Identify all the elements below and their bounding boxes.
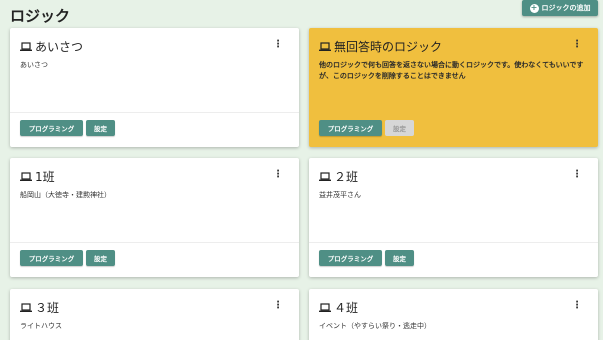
programming-button[interactable]: プログラミング	[319, 120, 382, 136]
laptop-icon	[20, 41, 32, 51]
settings-button[interactable]: 設定	[86, 250, 115, 266]
logic-card-no-answer: 無回答時のロジック ⋮ 他のロジックで何も回答を返さない場合に動くロジックです。…	[309, 28, 598, 147]
card-divider	[309, 242, 598, 243]
more-vert-icon[interactable]: ⋮	[273, 170, 283, 180]
card-title: ３班	[35, 301, 60, 315]
card-divider	[10, 112, 299, 113]
settings-button[interactable]: 設定	[86, 120, 115, 136]
more-vert-icon[interactable]: ⋮	[572, 301, 582, 311]
plus-circle-icon: +	[529, 3, 539, 13]
card-description: 益井茂平さん	[319, 191, 361, 199]
card-title: 1班	[35, 170, 55, 184]
logic-card-aisatsu: あいさつ ⋮ あいさつ プログラミング 設定	[10, 28, 299, 147]
more-vert-icon[interactable]: ⋮	[572, 40, 582, 50]
card-title: あいさつ	[35, 40, 84, 54]
card-title: ４班	[334, 301, 359, 315]
programming-button[interactable]: プログラミング	[319, 250, 382, 266]
laptop-icon	[319, 41, 331, 51]
programming-button[interactable]: プログラミング	[20, 250, 83, 266]
logic-card-group-1: 1班 ⋮ 船岡山（大徳寺・建勲神社） プログラミング 設定	[10, 158, 299, 277]
logic-card-group-4: ４班 ⋮ イベント（やすらい祭り・逃走中）	[309, 289, 598, 340]
card-title: 無回答時のロジック	[334, 40, 443, 54]
more-vert-icon[interactable]: ⋮	[273, 40, 283, 50]
card-description: イベント（やすらい祭り・逃走中）	[319, 322, 431, 330]
card-divider	[10, 242, 299, 243]
more-vert-icon[interactable]: ⋮	[273, 301, 283, 311]
laptop-icon	[319, 302, 331, 312]
card-description: 他のロジックで何も回答を返さない場合に動くロジックです。使わなくてもいいですが、…	[319, 61, 584, 80]
card-description: 船岡山（大徳寺・建勲神社）	[20, 191, 111, 199]
laptop-icon	[20, 302, 32, 312]
settings-button-disabled: 設定	[385, 120, 414, 136]
card-description: ライトハウス	[20, 322, 62, 330]
add-logic-button[interactable]: + ロジックの追加	[522, 0, 598, 16]
laptop-icon	[319, 171, 331, 181]
programming-button[interactable]: プログラミング	[20, 120, 83, 136]
card-title: ２班	[334, 170, 359, 184]
card-description: あいさつ	[20, 61, 48, 69]
logic-card-group-3: ３班 ⋮ ライトハウス	[10, 289, 299, 340]
logic-card-group-2: ２班 ⋮ 益井茂平さん プログラミング 設定	[309, 158, 598, 277]
add-logic-button-label: ロジックの追加	[541, 4, 591, 12]
more-vert-icon[interactable]: ⋮	[572, 170, 582, 180]
laptop-icon	[20, 171, 32, 181]
page-title: ロジック	[10, 7, 71, 25]
settings-button[interactable]: 設定	[385, 250, 414, 266]
